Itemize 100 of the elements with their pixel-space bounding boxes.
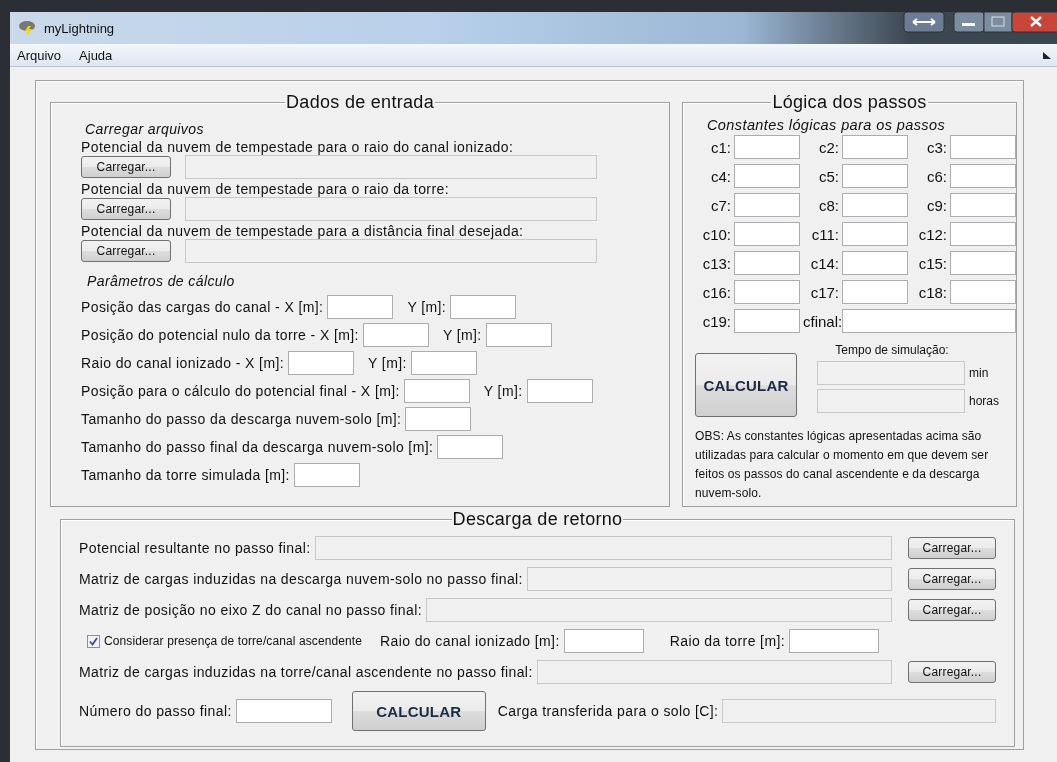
input-field[interactable] [842, 164, 908, 188]
input-field[interactable] [734, 222, 800, 246]
field-label: Posição das cargas do canal - X [m]: [81, 299, 324, 315]
time-label: Tempo de simulação: [834, 343, 950, 357]
field-label: Raio do canal ionizado [m]: [380, 633, 560, 649]
field-label: Matriz de cargas induzidas na descarga nuvem-solo no passo final: [79, 571, 523, 587]
constant-label: c4: [710, 167, 731, 185]
input-field[interactable] [403, 379, 470, 403]
field-label: Número do passo final: [79, 703, 232, 719]
note-text: OBS: As constantes lógicas apresentadas acima são utilizadas para calcular o momento em que devem ser feitos os passos do canal ascendente e da descarga nuvem-solo. [695, 428, 990, 502]
window-controls-drawing[interactable] [953, 12, 1057, 34]
field-label: Carga transferida para o solo [C]: [497, 703, 719, 719]
input-field[interactable] [734, 309, 800, 333]
input-field[interactable] [842, 193, 908, 217]
constant-label: c10: [701, 225, 731, 243]
field-label: Y [m]: [368, 355, 407, 371]
constant-label: c15: [917, 254, 947, 272]
input-field[interactable] [288, 351, 355, 375]
calculate-button[interactable]: CALCULAR [695, 353, 797, 417]
input-field[interactable] [950, 193, 1016, 217]
field-label: Potencial da nuvem de tempestade para a distância final desejada: [81, 223, 525, 239]
input-field[interactable] [450, 295, 517, 319]
output-field[interactable] [722, 699, 996, 723]
input-field[interactable] [842, 251, 908, 275]
calculate-button[interactable]: CALCULAR [351, 691, 486, 731]
input-field[interactable] [362, 323, 429, 347]
unit-label: min [969, 366, 989, 380]
load-button[interactable]: Carregar... [908, 661, 996, 683]
constant-label: c1: [710, 138, 731, 156]
field-label: Matriz de posição no eixo Z do canal no passo final: [79, 602, 422, 618]
output-field[interactable] [314, 536, 892, 560]
load-button[interactable]: Carregar... [908, 599, 996, 621]
field-label: Y [m]: [442, 327, 482, 343]
input-field[interactable] [842, 222, 908, 246]
field-label: Tamanho do passo final da descarga nuvem-solo [m]: [81, 439, 434, 455]
constant-label: c17: [809, 283, 839, 301]
resize-button[interactable] [903, 12, 945, 34]
constant-label: c5: [818, 167, 839, 185]
constant-label: cfinal: [803, 312, 839, 330]
input-field[interactable] [950, 222, 1016, 246]
input-field[interactable] [950, 164, 1016, 188]
field-label: Posição para o cálculo do potencial final - X [m]: [81, 383, 400, 399]
input-field[interactable] [563, 629, 644, 653]
field-label: Potencial resultante no passo final: [79, 540, 311, 556]
lightning-icon [18, 20, 38, 36]
output-field[interactable] [185, 197, 597, 221]
input-field[interactable] [437, 435, 504, 459]
load-button[interactable]: Carregar... [908, 568, 996, 590]
load-button[interactable]: Carregar... [81, 156, 171, 178]
window-title: myLightning [44, 20, 115, 36]
field-label: Tamanho da torre simulada [m]: [81, 467, 290, 483]
input-field[interactable] [235, 699, 332, 723]
input-field[interactable] [526, 379, 593, 403]
output-field[interactable] [185, 155, 597, 179]
checkbox[interactable] [87, 634, 100, 648]
section-heading: Constantes lógicas para os passos [707, 117, 947, 133]
checkbox-label[interactable]: Considerar presença de torre/canal ascendente [104, 634, 362, 648]
load-button[interactable]: Carregar... [908, 537, 996, 559]
input-field[interactable] [485, 323, 552, 347]
input-field[interactable] [950, 251, 1016, 275]
field-label: Posição do potencial nulo da torre - X [m]: [81, 327, 359, 343]
output-field[interactable] [526, 567, 892, 591]
menu-item[interactable]: Arquivo [16, 45, 63, 65]
arrow-icon [1043, 52, 1051, 59]
field-label: Potencial da nuvem de tempestade para o raio do canal ionizado: [81, 139, 515, 155]
field-label: Y [m]: [407, 299, 447, 315]
constant-label: c12: [917, 225, 947, 243]
input-field[interactable] [950, 280, 1016, 304]
input-field[interactable] [410, 351, 477, 375]
input-field[interactable] [734, 251, 800, 275]
input-field[interactable] [842, 309, 1016, 333]
field-label: Raio do canal ionizado - X [m]: [81, 355, 285, 371]
constant-label: c2: [818, 138, 839, 156]
input-field[interactable] [842, 280, 908, 304]
input-field[interactable] [950, 135, 1016, 159]
field-label: Matriz de cargas induzidas na torre/canal ascendente no passo final: [79, 664, 533, 680]
field-label: Potencial da nuvem de tempestade para o raio da torre: [81, 181, 450, 197]
input-field[interactable] [842, 135, 908, 159]
constant-label: c7: [710, 196, 731, 214]
input-field[interactable] [734, 135, 800, 159]
input-field[interactable] [789, 629, 880, 653]
input-field[interactable] [734, 193, 800, 217]
menu-item[interactable]: Ajuda [78, 45, 114, 65]
output-field[interactable] [185, 239, 597, 263]
input-field[interactable] [327, 295, 394, 319]
load-button[interactable]: Carregar... [81, 240, 171, 262]
output-field[interactable] [817, 361, 965, 385]
input-field[interactable] [293, 463, 360, 487]
constant-label: c3: [926, 138, 947, 156]
load-button[interactable]: Carregar... [81, 198, 171, 220]
section-heading: Carregar arquivos [85, 121, 205, 137]
input-field[interactable] [734, 280, 800, 304]
output-field[interactable] [536, 660, 892, 684]
output-field[interactable] [426, 598, 892, 622]
input-field[interactable] [405, 407, 472, 431]
constant-label: c19: [701, 312, 731, 330]
output-field[interactable] [817, 389, 965, 413]
input-field[interactable] [734, 164, 800, 188]
constant-label: c13: [701, 254, 731, 272]
constant-label: c16: [701, 283, 731, 301]
